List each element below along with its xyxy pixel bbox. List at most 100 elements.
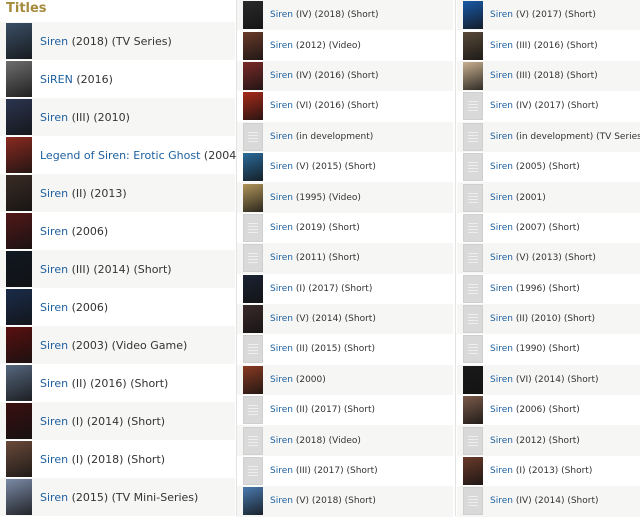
poster-thumbnail[interactable] xyxy=(463,31,483,60)
title-link[interactable]: Siren xyxy=(490,41,513,51)
poster-placeholder-icon[interactable] xyxy=(463,426,483,455)
title-link[interactable]: Siren xyxy=(270,375,293,385)
poster-thumbnail[interactable] xyxy=(243,365,263,394)
poster-thumbnail[interactable] xyxy=(243,183,263,212)
title-link[interactable]: Siren xyxy=(490,466,513,476)
poster-placeholder-icon[interactable] xyxy=(243,122,263,151)
poster-thumbnail[interactable] xyxy=(6,137,32,173)
title-link[interactable]: Siren xyxy=(490,436,513,446)
poster-thumbnail[interactable] xyxy=(243,31,263,60)
poster-thumbnail[interactable] xyxy=(6,365,32,401)
title-link[interactable]: Siren xyxy=(490,314,513,324)
poster-thumbnail[interactable] xyxy=(6,61,32,97)
title-link[interactable]: Siren xyxy=(270,41,293,51)
title-link[interactable]: Siren xyxy=(270,436,293,446)
title-link[interactable]: Siren xyxy=(40,491,68,504)
poster-thumbnail[interactable] xyxy=(6,213,32,249)
title-link[interactable]: Siren xyxy=(490,10,513,20)
title-link[interactable]: Siren xyxy=(490,344,513,354)
poster-placeholder-icon[interactable] xyxy=(243,244,263,273)
title-link[interactable]: Siren xyxy=(40,111,68,124)
title-link[interactable]: Siren xyxy=(270,101,293,111)
title-link[interactable]: Siren xyxy=(490,101,513,111)
title-link[interactable]: Siren xyxy=(490,253,513,263)
poster-placeholder-icon[interactable] xyxy=(463,305,483,334)
title-link[interactable]: SiREN xyxy=(40,73,73,86)
poster-placeholder-icon[interactable] xyxy=(243,213,263,242)
poster-thumbnail[interactable] xyxy=(6,23,32,59)
poster-placeholder-icon[interactable] xyxy=(243,457,263,486)
poster-thumbnail[interactable] xyxy=(6,441,32,477)
poster-placeholder-icon[interactable] xyxy=(463,487,483,516)
title-link[interactable]: Siren xyxy=(490,193,513,203)
title-link[interactable]: Siren xyxy=(40,187,68,200)
title-label: Siren (V) (2015) (Short) xyxy=(270,162,376,172)
poster-thumbnail[interactable] xyxy=(463,61,483,90)
poster-thumbnail[interactable] xyxy=(243,487,263,516)
title-link[interactable]: Siren xyxy=(270,71,293,81)
title-link[interactable]: Siren xyxy=(490,162,513,172)
title-link[interactable]: Siren xyxy=(490,71,513,81)
title-link[interactable]: Siren xyxy=(40,301,68,314)
title-link[interactable]: Siren xyxy=(270,193,293,203)
poster-thumbnail[interactable] xyxy=(6,99,32,135)
title-link[interactable]: Siren xyxy=(490,284,513,294)
poster-placeholder-icon[interactable] xyxy=(243,335,263,364)
title-link[interactable]: Legend of Siren: Erotic Ghost xyxy=(40,149,200,162)
poster-thumbnail[interactable] xyxy=(243,153,263,182)
poster-placeholder-icon[interactable] xyxy=(463,183,483,212)
poster-thumbnail[interactable] xyxy=(6,251,32,287)
poster-thumbnail[interactable] xyxy=(463,396,483,425)
title-link[interactable]: Siren xyxy=(270,466,293,476)
title-link[interactable]: Siren xyxy=(270,496,293,506)
title-link[interactable]: Siren xyxy=(270,344,293,354)
poster-placeholder-icon[interactable] xyxy=(463,153,483,182)
title-link[interactable]: Siren xyxy=(40,339,68,352)
poster-thumbnail[interactable] xyxy=(6,175,32,211)
poster-placeholder-icon[interactable] xyxy=(243,426,263,455)
poster-thumbnail[interactable] xyxy=(463,1,483,30)
title-link[interactable]: Siren xyxy=(490,132,513,142)
title-link[interactable]: Siren xyxy=(40,225,68,238)
title-link[interactable]: Siren xyxy=(270,162,293,172)
poster-thumbnail[interactable] xyxy=(243,305,263,334)
poster-thumbnail[interactable] xyxy=(243,274,263,303)
title-link[interactable]: Siren xyxy=(490,223,513,233)
poster-placeholder-icon[interactable] xyxy=(243,396,263,425)
poster-placeholder-icon[interactable] xyxy=(463,274,483,303)
title-link[interactable]: Siren xyxy=(270,10,293,20)
title-link[interactable]: Siren xyxy=(270,314,293,324)
title-link[interactable]: Siren xyxy=(490,405,513,415)
title-link[interactable]: Siren xyxy=(270,132,293,142)
poster-thumbnail[interactable] xyxy=(463,457,483,486)
title-year-info: (III) (2016) (Short) xyxy=(515,40,598,51)
title-year-info: (in development) xyxy=(295,131,374,142)
title-link[interactable]: Siren xyxy=(490,496,513,506)
poster-placeholder-icon[interactable] xyxy=(463,213,483,242)
poster-thumbnail[interactable] xyxy=(6,479,32,515)
title-link[interactable]: Siren xyxy=(490,375,513,385)
title-label: Siren (VI) (2016) (Short) xyxy=(270,101,379,111)
title-result-row: Siren (VI) (2016) (Short) xyxy=(237,91,453,122)
poster-thumbnail[interactable] xyxy=(6,403,32,439)
poster-thumbnail[interactable] xyxy=(243,1,263,30)
poster-placeholder-icon[interactable] xyxy=(463,244,483,273)
title-link[interactable]: Siren xyxy=(40,415,68,428)
title-link[interactable]: Siren xyxy=(270,223,293,233)
title-link[interactable]: Siren xyxy=(40,263,68,276)
title-link[interactable]: Siren xyxy=(270,253,293,263)
poster-placeholder-icon[interactable] xyxy=(463,92,483,121)
poster-placeholder-icon[interactable] xyxy=(463,122,483,151)
poster-thumbnail[interactable] xyxy=(243,92,263,121)
title-link[interactable]: Siren xyxy=(270,405,293,415)
title-link[interactable]: Siren xyxy=(270,284,293,294)
poster-thumbnail[interactable] xyxy=(6,289,32,325)
poster-thumbnail[interactable] xyxy=(463,365,483,394)
poster-thumbnail[interactable] xyxy=(6,327,32,363)
poster-placeholder-icon[interactable] xyxy=(463,335,483,364)
title-label: Siren (2019) (Short) xyxy=(270,223,360,233)
title-link[interactable]: Siren xyxy=(40,377,68,390)
title-link[interactable]: Siren xyxy=(40,453,68,466)
poster-thumbnail[interactable] xyxy=(243,61,263,90)
title-link[interactable]: Siren xyxy=(40,35,68,48)
